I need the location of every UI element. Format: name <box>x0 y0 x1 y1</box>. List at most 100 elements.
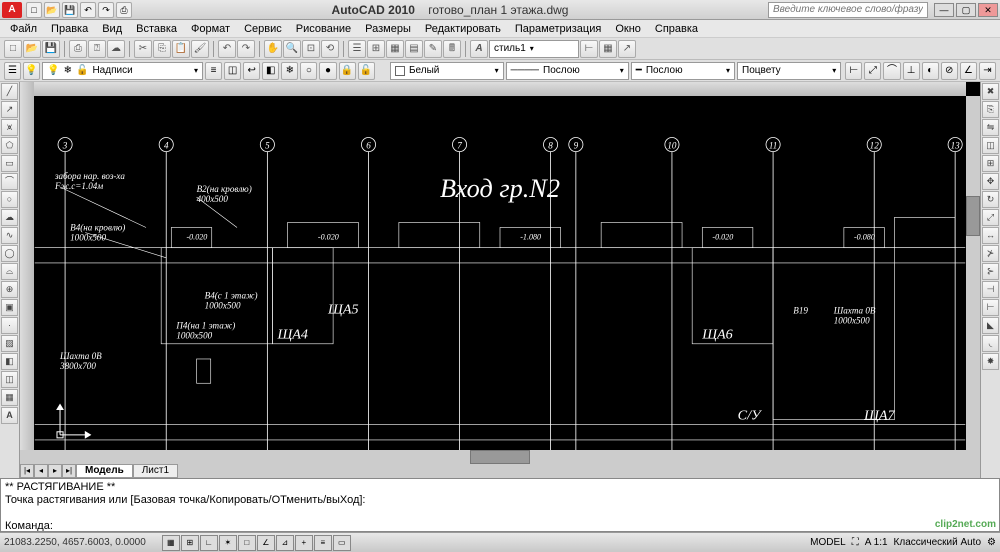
close-button[interactable]: ✕ <box>978 3 998 17</box>
status-gear-icon[interactable]: ⚙ <box>987 537 996 548</box>
cut-icon[interactable]: ✂ <box>134 40 152 58</box>
polygon-icon[interactable]: ⬠ <box>1 137 18 154</box>
osnap-toggle[interactable]: □ <box>238 535 256 551</box>
region-icon[interactable]: ◫ <box>1 371 18 388</box>
table-icon[interactable]: ▦ <box>1 389 18 406</box>
fillet-icon[interactable]: ◟ <box>982 335 999 352</box>
offset-icon[interactable]: ◫ <box>982 137 999 154</box>
tab-sheet1[interactable]: Лист1 <box>133 464 178 478</box>
menu-parametric[interactable]: Параметризация <box>509 22 607 36</box>
point-icon[interactable]: · <box>1 317 18 334</box>
menu-help[interactable]: Справка <box>649 22 704 36</box>
plotstyle-dropdown[interactable]: Поцвету <box>737 62 841 80</box>
arc-icon[interactable]: ⌒ <box>1 173 18 190</box>
publish-icon[interactable]: ☁ <box>107 40 125 58</box>
model-paper-toggle[interactable]: MODEL <box>810 537 846 548</box>
drawing-canvas[interactable]: 3 4 5 6 7 8 9 10 11 12 13 <box>20 82 980 478</box>
menu-view[interactable]: Вид <box>96 22 128 36</box>
linetype-dropdown[interactable]: ────Послою <box>506 62 629 80</box>
spline-icon[interactable]: ∿ <box>1 227 18 244</box>
infocenter-search[interactable] <box>768 2 928 18</box>
qp-toggle[interactable]: ▭ <box>333 535 351 551</box>
polar-toggle[interactable]: ✶ <box>219 535 237 551</box>
rotate-icon[interactable]: ↻ <box>982 191 999 208</box>
layer-iso-icon[interactable]: ◧ <box>262 62 279 80</box>
menu-format[interactable]: Формат <box>185 22 236 36</box>
workspace-switch[interactable]: Классический Auto <box>894 537 981 548</box>
layer-on-icon[interactable]: ● <box>319 62 336 80</box>
layer-frz-icon[interactable]: ❄ <box>281 62 298 80</box>
copy2-icon[interactable]: ⎘ <box>982 101 999 118</box>
menu-insert[interactable]: Вставка <box>130 22 183 36</box>
horizontal-scrollbar[interactable] <box>20 450 980 464</box>
sheetset-icon[interactable]: ▤ <box>405 40 423 58</box>
dcenter-icon[interactable]: ⊞ <box>367 40 385 58</box>
save-icon[interactable]: 💾 <box>62 2 78 18</box>
rect-icon[interactable]: ▭ <box>1 155 18 172</box>
ducs-toggle[interactable]: ⊿ <box>276 535 294 551</box>
layer-dropdown[interactable]: 💡❄🔓 Надписи <box>42 62 203 80</box>
layer-states-icon[interactable]: ≡ <box>205 62 222 80</box>
lineweight-dropdown[interactable]: ━Послою <box>631 62 735 80</box>
preview-icon[interactable]: ⍰ <box>88 40 106 58</box>
textstyle-icon[interactable]: A <box>470 40 488 58</box>
tablestyle-icon[interactable]: ▦ <box>599 40 617 58</box>
print-icon[interactable]: ⎙ <box>116 2 132 18</box>
array-icon[interactable]: ⊞ <box>982 155 999 172</box>
explode-icon[interactable]: ✸ <box>982 353 999 370</box>
move-icon[interactable]: ✥ <box>982 173 999 190</box>
circle-icon[interactable]: ○ <box>1 191 18 208</box>
mirror-icon[interactable]: ⇋ <box>982 119 999 136</box>
props-icon[interactable]: ☰ <box>348 40 366 58</box>
anno-scale-icon[interactable]: ⛶ <box>852 537 859 548</box>
redo-icon[interactable]: ↷ <box>98 2 114 18</box>
dim-ang-icon[interactable]: ∠ <box>960 62 977 80</box>
tab-first-icon[interactable]: |◂ <box>20 464 34 478</box>
trim-icon[interactable]: ⊁ <box>982 245 999 262</box>
markup-icon[interactable]: ✎ <box>424 40 442 58</box>
block-icon[interactable]: ▣ <box>1 299 18 316</box>
revcloud-icon[interactable]: ☁ <box>1 209 18 226</box>
line-icon[interactable]: ╱ <box>1 83 18 100</box>
app-logo[interactable]: A <box>2 2 22 18</box>
layer-bulb-icon[interactable]: 💡 <box>23 62 40 80</box>
hatch-icon[interactable]: ▨ <box>1 335 18 352</box>
ellipse-icon[interactable]: ◯ <box>1 245 18 262</box>
copy-icon[interactable]: ⎘ <box>153 40 171 58</box>
match-icon[interactable]: 🖌 <box>191 40 209 58</box>
snap-toggle[interactable]: ▦ <box>162 535 180 551</box>
paste-icon[interactable]: 📋 <box>172 40 190 58</box>
undo2-icon[interactable]: ↶ <box>218 40 236 58</box>
erase-icon[interactable]: ✖ <box>982 83 999 100</box>
qnew-icon[interactable]: □ <box>4 40 22 58</box>
open2-icon[interactable]: 📂 <box>23 40 41 58</box>
lwt-toggle[interactable]: ≡ <box>314 535 332 551</box>
vertical-scrollbar[interactable] <box>966 96 980 450</box>
mleader-icon[interactable]: ↗ <box>618 40 636 58</box>
menu-file[interactable]: Файл <box>4 22 43 36</box>
toolpal-icon[interactable]: ▦ <box>386 40 404 58</box>
insert-icon[interactable]: ⊕ <box>1 281 18 298</box>
mtext-icon[interactable]: A <box>1 407 18 424</box>
color-dropdown[interactable]: Белый <box>390 62 504 80</box>
menu-window[interactable]: Окно <box>609 22 647 36</box>
command-line[interactable]: ** РАСТЯГИВАНИЕ ** Точка растягивания ил… <box>0 478 1000 532</box>
break-icon[interactable]: ⊣ <box>982 281 999 298</box>
undo-icon[interactable]: ↶ <box>80 2 96 18</box>
layer-off-icon[interactable]: ○ <box>300 62 317 80</box>
menu-draw[interactable]: Рисование <box>290 22 357 36</box>
dim-arc-icon[interactable]: ⌒ <box>883 62 900 80</box>
otrack-toggle[interactable]: ∠ <box>257 535 275 551</box>
layer-lock-icon[interactable]: 🔒 <box>339 62 356 80</box>
menu-dimension[interactable]: Размеры <box>359 22 417 36</box>
dim-aligned-icon[interactable]: ⤢ <box>864 62 881 80</box>
join-icon[interactable]: ⊢ <box>982 299 999 316</box>
stretch-icon[interactable]: ↔ <box>982 227 999 244</box>
ortho-toggle[interactable]: ∟ <box>200 535 218 551</box>
dim-rad-icon[interactable]: ◐ <box>922 62 939 80</box>
dim-linear-icon[interactable]: ⊢ <box>845 62 862 80</box>
gradient-icon[interactable]: ◧ <box>1 353 18 370</box>
tab-model[interactable]: Модель <box>76 464 133 478</box>
layer-match-icon[interactable]: ◫ <box>224 62 241 80</box>
zoomprev-icon[interactable]: ⟲ <box>321 40 339 58</box>
